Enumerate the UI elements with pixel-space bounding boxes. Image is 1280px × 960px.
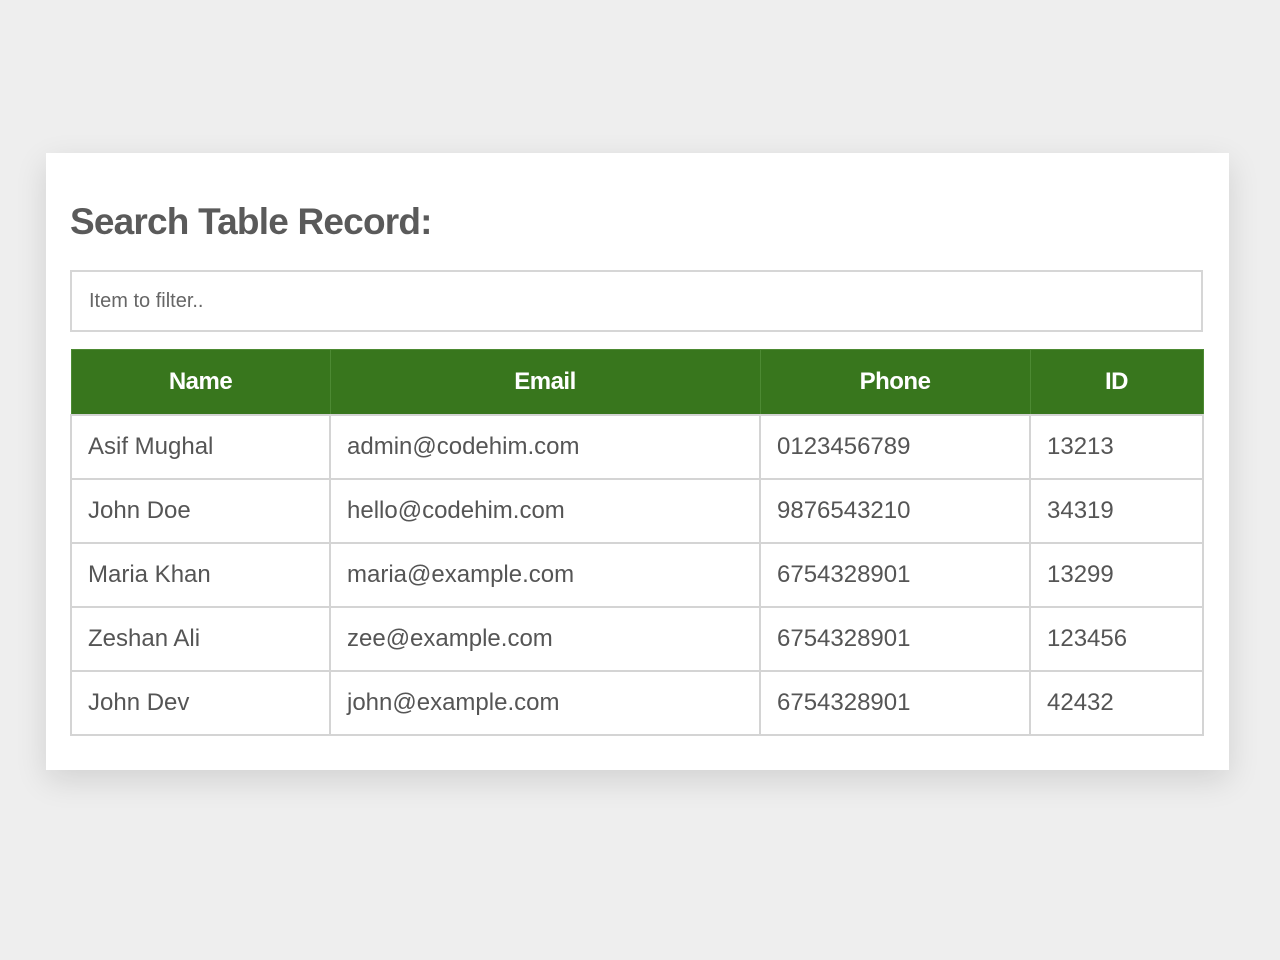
cell-phone: 9876543210 bbox=[760, 479, 1030, 543]
cell-name: Zeshan Ali bbox=[71, 607, 330, 671]
cell-name: Maria Khan bbox=[71, 543, 330, 607]
column-header-id[interactable]: ID bbox=[1030, 350, 1203, 416]
cell-phone: 6754328901 bbox=[760, 543, 1030, 607]
cell-name: Asif Mughal bbox=[71, 415, 330, 479]
records-table: Name Email Phone ID Asif Mughaladmin@cod… bbox=[70, 349, 1204, 736]
table-row: Asif Mughaladmin@codehim.com012345678913… bbox=[71, 415, 1203, 479]
cell-email: admin@codehim.com bbox=[330, 415, 760, 479]
table-row: Maria Khanmaria@example.com6754328901132… bbox=[71, 543, 1203, 607]
cell-phone: 6754328901 bbox=[760, 671, 1030, 735]
column-header-name[interactable]: Name bbox=[71, 350, 330, 416]
cell-id: 34319 bbox=[1030, 479, 1203, 543]
table-header-row: Name Email Phone ID bbox=[71, 350, 1203, 416]
column-header-email[interactable]: Email bbox=[330, 350, 760, 416]
cell-phone: 0123456789 bbox=[760, 415, 1030, 479]
cell-email: john@example.com bbox=[330, 671, 760, 735]
table-row: Zeshan Alizee@example.com675432890112345… bbox=[71, 607, 1203, 671]
cell-phone: 6754328901 bbox=[760, 607, 1030, 671]
table-row: John Devjohn@example.com675432890142432 bbox=[71, 671, 1203, 735]
cell-name: John Dev bbox=[71, 671, 330, 735]
filter-input[interactable] bbox=[70, 270, 1203, 332]
cell-id: 123456 bbox=[1030, 607, 1203, 671]
cell-id: 13213 bbox=[1030, 415, 1203, 479]
cell-id: 42432 bbox=[1030, 671, 1203, 735]
cell-email: maria@example.com bbox=[330, 543, 760, 607]
cell-name: John Doe bbox=[71, 479, 330, 543]
search-card: Search Table Record: Name Email Phone ID… bbox=[46, 153, 1229, 770]
column-header-phone[interactable]: Phone bbox=[760, 350, 1030, 416]
cell-id: 13299 bbox=[1030, 543, 1203, 607]
table-row: John Doehello@codehim.com987654321034319 bbox=[71, 479, 1203, 543]
cell-email: zee@example.com bbox=[330, 607, 760, 671]
page-title: Search Table Record: bbox=[70, 201, 432, 243]
cell-email: hello@codehim.com bbox=[330, 479, 760, 543]
